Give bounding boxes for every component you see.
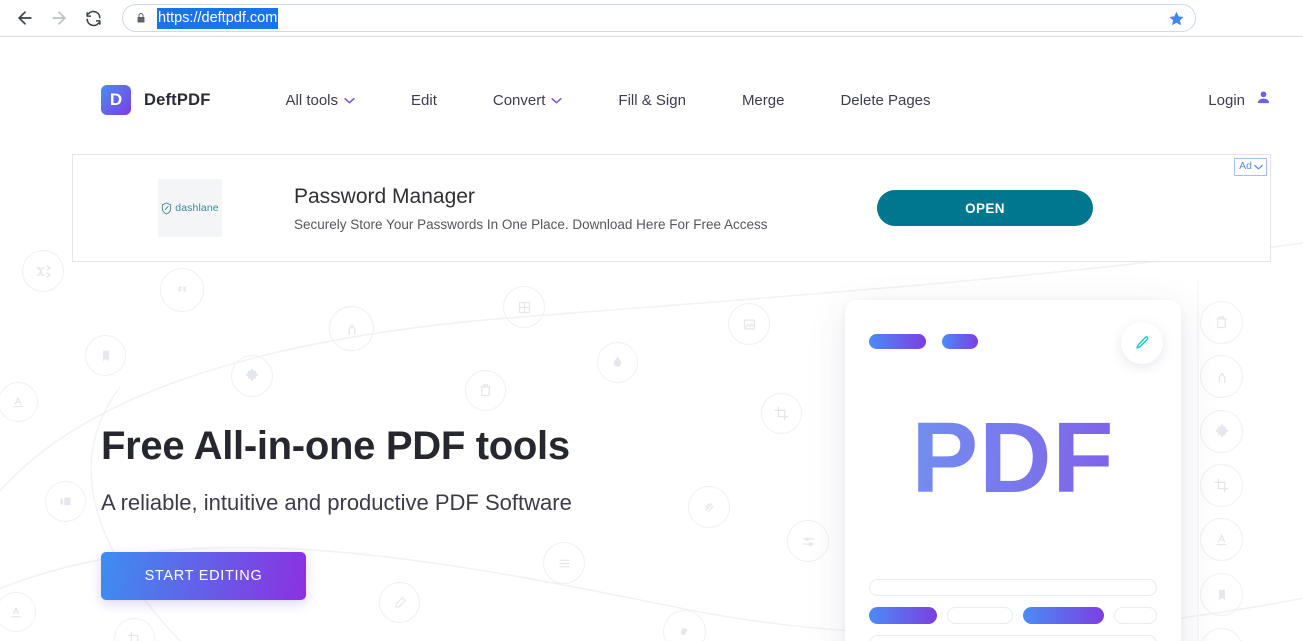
crop-icon	[114, 618, 155, 641]
trash-icon	[1200, 301, 1243, 344]
content-bar-filled	[1023, 607, 1104, 624]
underline-a-icon	[0, 382, 38, 422]
content-bar-filled	[869, 607, 937, 624]
table-icon	[503, 286, 545, 328]
stamp-icon	[663, 610, 706, 641]
dashlane-logo: dashlane	[161, 202, 218, 215]
chevron-down-icon	[1254, 164, 1263, 170]
start-editing-button[interactable]: START EDITING	[101, 552, 306, 600]
hero-subtitle: A reliable, intuitive and productive PDF…	[101, 488, 572, 518]
browser-toolbar: https://deftpdf.com	[0, 0, 1303, 36]
bar-row	[869, 607, 1157, 624]
ad-open-button[interactable]: OPEN	[877, 190, 1093, 226]
nav-label: Edit	[411, 92, 437, 109]
bookmark-icon	[85, 335, 126, 376]
quote-icon	[160, 268, 204, 312]
lock-icon[interactable]	[135, 11, 147, 25]
trash-icon	[465, 370, 506, 411]
back-button[interactable]	[8, 1, 42, 35]
nav-label: Merge	[742, 92, 785, 109]
rotate-icon	[1200, 628, 1243, 641]
underline-a-icon	[0, 592, 36, 632]
pdf-wordmark: PDF	[845, 408, 1181, 508]
forward-arrow-icon	[49, 8, 69, 28]
bar-row	[869, 635, 1157, 641]
nav-label: Delete Pages	[840, 92, 930, 109]
sliders-icon	[787, 520, 829, 562]
url-text[interactable]: https://deftpdf.com	[157, 8, 278, 29]
puzzle-icon	[231, 355, 273, 397]
star-icon[interactable]	[1168, 10, 1185, 27]
bookmark-icon	[1200, 573, 1243, 616]
login-button[interactable]: Login	[1208, 89, 1272, 111]
puzzle-icon	[1200, 410, 1243, 453]
nav-item-merge[interactable]: Merge	[742, 86, 785, 115]
card-edit-button[interactable]	[1121, 322, 1163, 364]
shield-icon	[161, 202, 172, 215]
nav-label: Convert	[493, 92, 546, 109]
content-bar	[947, 607, 1013, 624]
pencil-icon	[1134, 335, 1150, 351]
watermark-icon	[597, 342, 638, 383]
pdf-illustration-card: PDF	[845, 300, 1181, 641]
ad-badge-label: Ad	[1239, 161, 1252, 172]
reload-icon	[84, 9, 103, 28]
merge-icon	[1200, 355, 1243, 398]
card-content-bars	[869, 579, 1157, 641]
ad-title: Password Manager	[294, 185, 877, 209]
chevron-down-icon	[551, 97, 562, 104]
card-pill	[869, 334, 926, 349]
ad-description: Securely Store Your Passwords In One Pla…	[294, 217, 877, 232]
lines-icon	[688, 486, 730, 528]
hero-section: Free All-in-one PDF tools A reliable, in…	[101, 422, 572, 600]
content-bar	[869, 635, 1157, 641]
nav-item-delete-pages[interactable]: Delete Pages	[840, 86, 930, 115]
forward-button[interactable]	[42, 1, 76, 35]
star-glyph	[1168, 10, 1185, 27]
chevron-down-icon	[344, 97, 355, 104]
user-icon	[1255, 89, 1272, 111]
card-pill	[942, 334, 978, 349]
login-label: Login	[1208, 92, 1245, 109]
user-glyph	[1255, 89, 1272, 106]
reload-button[interactable]	[76, 1, 110, 35]
nav-item-convert[interactable]: Convert	[493, 86, 563, 115]
back-arrow-icon	[15, 8, 35, 28]
slides-icon	[45, 481, 86, 522]
nav-item-edit[interactable]: Edit	[411, 86, 437, 115]
ad-copy: Password Manager Securely Store Your Pas…	[294, 185, 877, 232]
shuffle-icon	[22, 250, 64, 292]
bar-row	[869, 579, 1157, 596]
ad-badge[interactable]: Ad	[1234, 158, 1267, 176]
hero-title: Free All-in-one PDF tools	[101, 422, 572, 470]
nav-label: Fill & Sign	[618, 92, 686, 109]
brand-name: DeftPDF	[144, 91, 210, 110]
crop-icon	[761, 393, 802, 434]
ad-content: dashlane Password Manager Securely Store…	[73, 155, 1270, 261]
main-navigation: All tools Edit Convert Fill & Sign Merge	[285, 86, 1208, 115]
address-bar[interactable]: https://deftpdf.com	[122, 4, 1196, 32]
site-header: D DeftPDF All tools Edit Convert Fill & …	[0, 67, 1303, 133]
advertiser-name: dashlane	[175, 202, 218, 214]
advertiser-logo: dashlane	[158, 179, 222, 237]
card-top-pills	[869, 334, 978, 349]
brand-mark-icon: D	[101, 85, 131, 115]
content-bar	[1114, 607, 1157, 624]
nav-item-fill-and-sign[interactable]: Fill & Sign	[618, 86, 686, 115]
underline-a-icon	[1200, 518, 1243, 561]
ad-banner[interactable]: Ad dashlane Password Manager Securely St…	[72, 154, 1271, 262]
lock-glyph	[135, 11, 147, 25]
image-icon	[728, 303, 770, 345]
crop-icon	[1200, 464, 1243, 507]
merge-icon	[329, 306, 374, 351]
content-bar	[869, 579, 1157, 596]
brand-logo[interactable]: D DeftPDF	[101, 85, 210, 115]
page-content: D DeftPDF All tools Edit Convert Fill & …	[0, 37, 1303, 641]
nav-item-all-tools[interactable]: All tools	[285, 86, 355, 115]
nav-label: All tools	[285, 92, 338, 109]
